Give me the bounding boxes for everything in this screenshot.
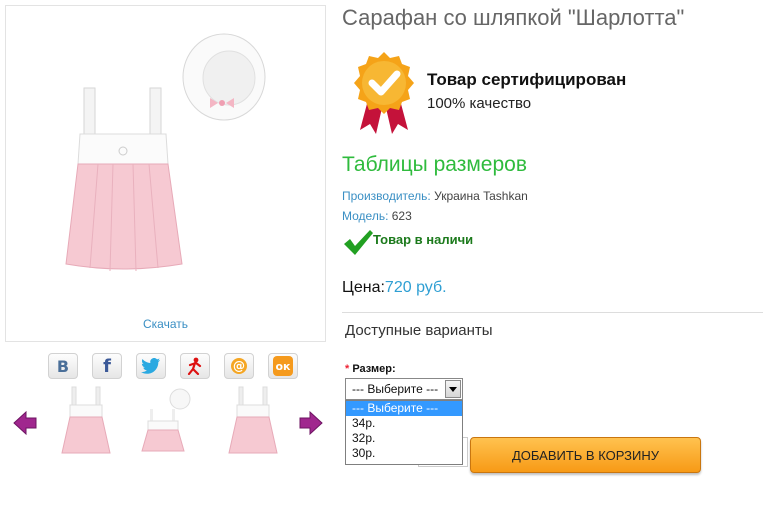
price-label: Цена: [342, 279, 385, 296]
size-label-row: * Размер: [345, 363, 396, 375]
size-select[interactable]: --- Выберите --- [345, 378, 463, 400]
size-option[interactable]: 34р. [346, 416, 462, 431]
thumbnail-2[interactable] [138, 383, 194, 459]
price-value: 720 руб. [384, 279, 447, 296]
size-option[interactable]: 30р. [346, 446, 462, 461]
svg-text:@: @ [233, 359, 245, 373]
stock-status: Товар в наличи [373, 232, 474, 247]
manufacturer-row: Производитель: Украина Tashkan [342, 189, 528, 203]
thumbnail-3[interactable] [225, 383, 281, 459]
size-label: Размер: [352, 363, 396, 375]
in-stock-check-icon [344, 230, 373, 255]
certified-title: Товар сертифицирован [427, 70, 627, 89]
size-option[interactable]: 32р. [346, 431, 462, 446]
vk-icon: В [56, 356, 70, 376]
size-select-value: --- Выберите --- [352, 382, 439, 396]
mailru-at-icon: @ [231, 358, 247, 374]
facebook-share-button[interactable]: f [92, 353, 122, 379]
social-share-bar: В f @ ок [48, 353, 298, 380]
odnoklassniki-icon: ок [273, 356, 293, 376]
product-title: Сарафан со шляпкой "Шарлотта" [342, 5, 685, 30]
price-row: Цена:720 руб. [342, 279, 447, 297]
add-to-cart-button[interactable]: ДОБАВИТЬ В КОРЗИНУ [470, 437, 701, 473]
certified-badge-icon [354, 52, 414, 134]
facebook-icon: f [103, 355, 111, 377]
twitter-bird-icon [141, 358, 160, 374]
manufacturer-value: Украина Tashkan [434, 189, 528, 203]
model-label: Модель: [342, 209, 389, 223]
product-image[interactable] [6, 6, 325, 306]
model-row: Модель: 623 [342, 209, 412, 223]
required-marker: * [345, 363, 350, 375]
certified-subtitle: 100% качество [427, 95, 532, 112]
size-option[interactable]: --- Выберите --- [346, 401, 462, 416]
yaru-person-icon [187, 357, 202, 375]
thumbnail-1[interactable] [58, 383, 114, 459]
odnoklassniki-share-button[interactable]: ок [268, 353, 298, 379]
size-tables-link[interactable]: Таблицы размеров [342, 153, 527, 177]
chevron-down-icon[interactable] [445, 380, 461, 398]
carousel-prev-arrow-icon[interactable] [12, 410, 38, 436]
divider [342, 312, 763, 313]
twitter-share-button[interactable] [136, 353, 166, 379]
vk-share-button[interactable]: В [48, 353, 78, 379]
model-value: 623 [391, 209, 412, 223]
download-link[interactable]: Скачать [5, 317, 326, 331]
variants-heading: Доступные варианты [345, 322, 493, 339]
manufacturer-label: Производитель: [342, 189, 431, 203]
carousel-next-arrow-icon[interactable] [298, 410, 324, 436]
yaru-share-button[interactable] [180, 353, 210, 379]
product-image-panel [5, 5, 326, 342]
size-dropdown-list: --- Выберите --- 34р. 32р. 30р. [345, 400, 463, 465]
mailru-share-button[interactable]: @ [224, 353, 254, 379]
